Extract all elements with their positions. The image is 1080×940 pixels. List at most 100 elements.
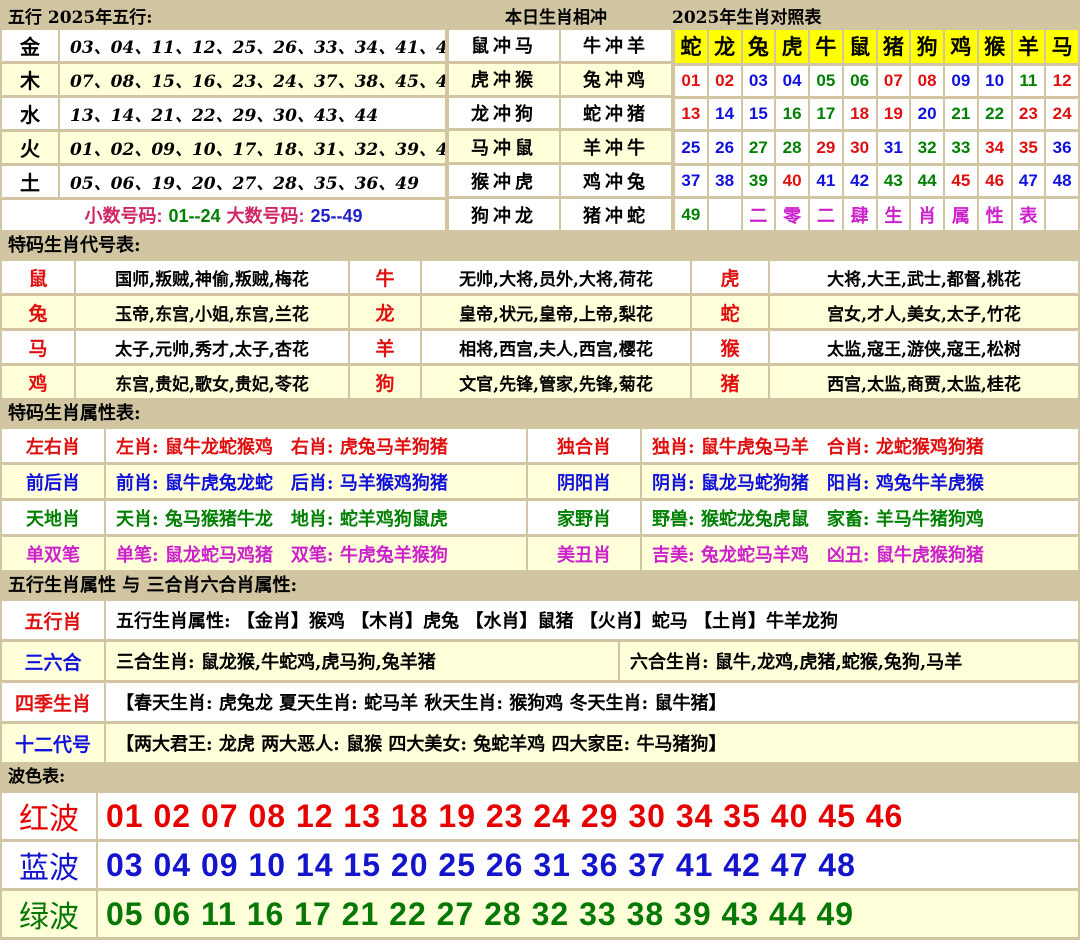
zodiac-number-cell: 07: [878, 66, 910, 96]
code-zodiac-label: 羊: [350, 331, 420, 363]
element-label: 金: [2, 30, 58, 61]
zodiac-number-cell: 32: [911, 132, 943, 162]
code-name-list: 国师,叛贼,神偷,叛贼,梅花: [76, 261, 348, 293]
zodiac-number-cell: 36: [1046, 132, 1078, 162]
attr-group-label: 天地肖: [2, 501, 104, 534]
code-name-list: 太子,元帅,秀才,太子,杏花: [76, 331, 348, 363]
attr-group-text: 天肖: 兔马猴猪牛龙 地肖: 蛇羊鸡狗鼠虎: [106, 501, 526, 534]
attr-group-label: 独合肖: [528, 429, 640, 462]
clash-pair: 鼠冲马: [449, 30, 559, 61]
zodiac-number-cell: 18: [844, 99, 876, 129]
code-table-title: 特码生肖代号表:: [0, 233, 1080, 258]
zodiac-header-cell: 牛: [810, 30, 842, 63]
wuxing-row-label: 十二代号: [2, 724, 104, 762]
clash-pair: 牛冲羊: [561, 30, 671, 61]
zodiac-clash-title: 本日生肖相冲: [505, 3, 607, 28]
zodiac-number-cell: 43: [878, 166, 910, 196]
zodiac-number-cell: 02: [709, 66, 741, 96]
clash-pair: 猴冲虎: [449, 165, 559, 196]
chart-footer-cell: 二: [743, 199, 775, 230]
wave-numbers: 03 04 09 10 14 15 20 25 26 31 36 37 41 4…: [98, 842, 1078, 888]
attr-group-label: 家野肖: [528, 501, 640, 534]
zodiac-header-cell: 马: [1046, 30, 1078, 63]
wuxing-row-label: 五行肖: [2, 601, 104, 639]
zodiac-number-cell: 01: [675, 66, 707, 96]
zodiac-number-cell: 31: [878, 132, 910, 162]
zodiac-number-chart: 蛇龙兔虎牛鼠猪狗鸡猴羊马0102030405060708091011121314…: [673, 27, 1080, 233]
clash-pair: 龙冲狗: [449, 98, 559, 129]
zodiac-number-cell: 35: [1013, 132, 1045, 162]
chart-footer-cell: 二: [810, 199, 842, 230]
clash-pair: 兔冲鸡: [561, 64, 671, 95]
attr-group-text: 独肖: 鼠牛虎兔马羊 合肖: 龙蛇猴鸡狗猪: [642, 429, 1078, 462]
clash-pair: 马冲鼠: [449, 131, 559, 162]
code-name-list: 宫女,才人,美女,太子,竹花: [770, 296, 1078, 328]
code-name-list: 大将,大王,武士,都督,桃花: [770, 261, 1078, 293]
zodiac-number-cell: 16: [776, 99, 808, 129]
clash-pair: 鸡冲兔: [561, 165, 671, 196]
zodiac-number-cell: 28: [776, 132, 808, 162]
zodiac-number-cell: 26: [709, 132, 741, 162]
element-label: 木: [2, 64, 58, 95]
element-label: 火: [2, 132, 58, 163]
chart-footer-cell: 生: [878, 199, 910, 230]
attr-group-label: 左右肖: [2, 429, 104, 462]
code-zodiac-label: 马: [2, 331, 74, 363]
code-name-list: 玉帝,东宫,小姐,东宫,兰花: [76, 296, 348, 328]
zodiac-header-cell: 鼠: [844, 30, 876, 63]
element-numbers: 03、04、11、12、25、26、33、34、41、42: [60, 30, 445, 61]
zodiac-number-cell: 06: [844, 66, 876, 96]
code-name-list: 皇帝,状元,皇帝,上帝,梨花: [422, 296, 690, 328]
zodiac-number-cell: 38: [709, 166, 741, 196]
zodiac-number-cell: 20: [911, 99, 943, 129]
zodiac-header-cell: 鸡: [945, 30, 977, 63]
zodiac-number-cell: 39: [743, 166, 775, 196]
code-zodiac-label: 牛: [350, 261, 420, 293]
chart-footer-cell: 表: [1013, 199, 1045, 230]
zodiac-number-cell: 11: [1013, 66, 1045, 96]
zodiac-header-cell: 羊: [1013, 30, 1045, 63]
wuxing-row-text: 三合生肖: 鼠龙猴,牛蛇鸡,虎马狗,兔羊猪: [106, 642, 618, 680]
code-name-list: 无帅,大将,员外,大将,荷花: [422, 261, 690, 293]
clash-pair: 蛇冲猪: [561, 98, 671, 129]
zodiac-number-cell: 44: [911, 166, 943, 196]
wave-table-title: 波色表:: [0, 765, 1080, 790]
attr-group-text: 前肖: 鼠牛虎兔龙蛇 后肖: 马羊猴鸡狗猪: [106, 465, 526, 498]
zodiac-number-cell: 30: [844, 132, 876, 162]
wave-label: 蓝波: [2, 842, 96, 888]
zodiac-number-cell: 10: [979, 66, 1011, 96]
code-name-list: 文官,先锋,管家,先锋,菊花: [422, 366, 690, 398]
empty-cell: [709, 199, 741, 230]
number-range-text: 01--24: [168, 206, 220, 226]
attr-group-text: 单笔: 鼠龙蛇马鸡猪 双笔: 牛虎兔羊猴狗: [106, 537, 526, 570]
zodiac-attribute-table: 左右肖左肖: 鼠牛龙蛇猴鸡 右肖: 虎兔马羊狗猪独合肖独肖: 鼠牛虎兔马羊 合肖…: [0, 426, 1080, 573]
zodiac-header-cell: 兔: [743, 30, 775, 63]
zodiac-number-cell: 47: [1013, 166, 1045, 196]
wuxing-combination-table: 五行肖五行生肖属性: 【金肖】猴鸡 【木肖】虎兔 【水肖】鼠猪 【火肖】蛇马 【…: [0, 598, 1080, 765]
zodiac-number-cell: 37: [675, 166, 707, 196]
chart-footer-cell: 肆: [844, 199, 876, 230]
chart-footer-cell: 属: [945, 199, 977, 230]
clash-pair: 猪冲蛇: [561, 199, 671, 230]
small-big-number-note: 小数号码:01--24大数号码:25--49: [2, 200, 445, 230]
zodiac-number-cell: 48: [1046, 166, 1078, 196]
attr-group-label: 美丑肖: [528, 537, 640, 570]
zodiac-number-cell: 25: [675, 132, 707, 162]
wave-label: 绿波: [2, 891, 96, 937]
wuxing-section-title: 五行生肖属性 与 三合肖六合肖属性:: [0, 573, 1080, 598]
zodiac-chart-title: 2025年生肖对照表: [672, 3, 821, 28]
wuxing-row-text: 【春天生肖: 虎兔龙 夏天生肖: 蛇马羊 秋天生肖: 猴狗鸡 冬天生肖: 鼠牛猪…: [106, 683, 1078, 721]
wuxing-row-text: 六合生肖: 鼠牛,龙鸡,虎猪,蛇猴,兔狗,马羊: [620, 642, 1078, 680]
attr-group-label: 前后肖: [2, 465, 104, 498]
element-numbers: 01、02、09、10、17、18、31、32、39、40、47、48: [60, 132, 445, 163]
attr-group-text: 吉美: 兔龙蛇马羊鸡 凶丑: 鼠牛虎猴狗猪: [642, 537, 1078, 570]
zodiac-clash-table: 鼠冲马牛冲羊虎冲猴兔冲鸡龙冲狗蛇冲猪马冲鼠羊冲牛猴冲虎鸡冲兔狗冲龙猪冲蛇: [447, 27, 673, 233]
zodiac-header-cell: 龙: [709, 30, 741, 63]
top-header-bar: 五行 2025年五行: 本日生肖相冲 2025年生肖对照表: [0, 0, 1080, 27]
wuxing-row-label: 三六合: [2, 642, 104, 680]
code-zodiac-label: 蛇: [692, 296, 768, 328]
zodiac-number-cell: 27: [743, 132, 775, 162]
element-numbers: 05、06、19、20、27、28、35、36、49: [60, 166, 445, 197]
zodiac-number-cell: 04: [776, 66, 808, 96]
code-zodiac-label: 鼠: [2, 261, 74, 293]
